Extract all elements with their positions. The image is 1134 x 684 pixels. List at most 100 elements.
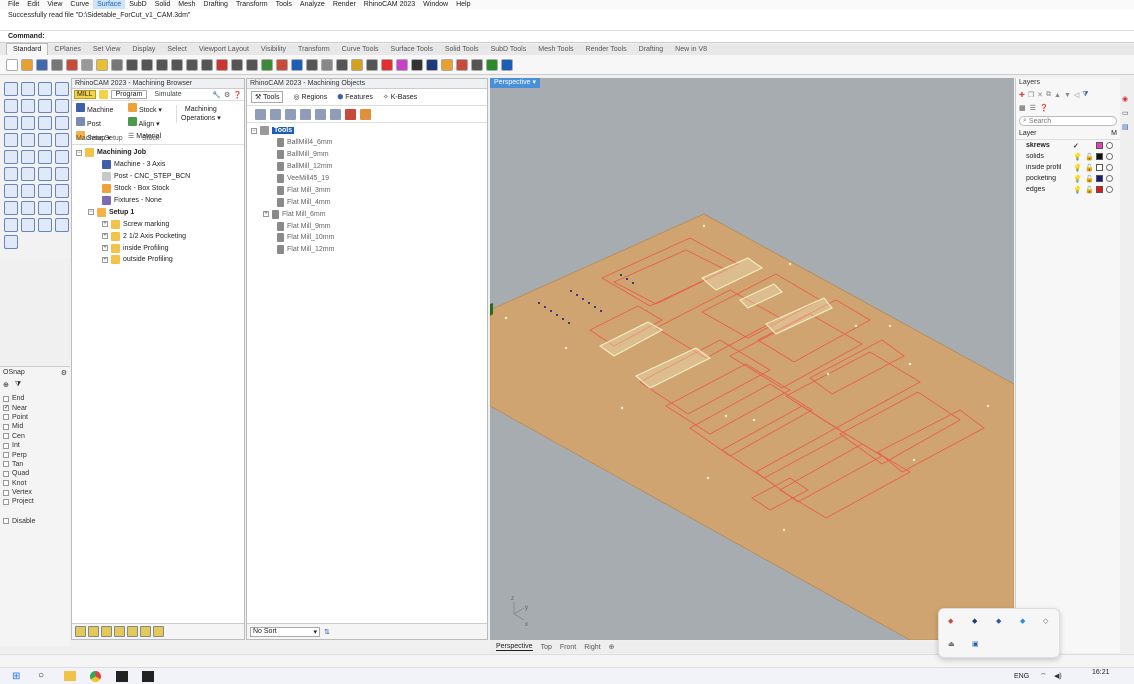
tree-tool[interactable]: Flat Mill_9mm xyxy=(251,220,483,232)
layer-color-swatch[interactable] xyxy=(1096,175,1103,182)
rotate-icon[interactable] xyxy=(98,90,108,99)
menu-edit[interactable]: Edit xyxy=(23,0,43,9)
layer-row[interactable]: skrews ✓ xyxy=(1016,140,1120,151)
osnap-project[interactable]: Project xyxy=(3,497,67,506)
machining-operations-button[interactable]: Machining Operations ▾ xyxy=(176,105,221,123)
layer-row[interactable]: pocketing 💡 🔓 xyxy=(1016,173,1120,184)
lock-icon[interactable]: 🔓 xyxy=(1085,164,1094,172)
osnap-mid[interactable]: Mid xyxy=(3,422,67,431)
light-icon[interactable] xyxy=(351,58,363,71)
pan-icon[interactable] xyxy=(156,58,168,71)
layer-search-input[interactable]: ⌕ Search xyxy=(1019,116,1117,126)
current-layer-check-icon[interactable]: ✓ xyxy=(1073,142,1082,150)
delete-icon[interactable] xyxy=(153,626,164,637)
osnap-end[interactable]: End xyxy=(3,394,67,403)
viewport-icon[interactable] xyxy=(261,58,273,71)
osnap-tan[interactable]: Tan xyxy=(3,460,67,469)
tree-tool[interactable]: + Flat Mill_6mm xyxy=(251,208,483,220)
display-icon[interactable]: ▭ xyxy=(1122,109,1134,117)
viewport-tab-right[interactable]: Right xyxy=(584,644,600,651)
expand-icon[interactable]: + xyxy=(102,256,108,263)
osnap-checkbox[interactable] xyxy=(3,452,9,459)
grid-icon[interactable] xyxy=(291,58,303,71)
fillet-icon[interactable] xyxy=(38,116,52,130)
script-icon[interactable] xyxy=(441,58,453,71)
layer-row[interactable]: inside profil 💡 🔓 xyxy=(1016,162,1120,173)
align-button[interactable]: Align ▾ xyxy=(128,117,162,131)
open-icon[interactable] xyxy=(21,58,33,71)
ellipse-icon[interactable] xyxy=(21,99,35,113)
layer-row[interactable]: edges 💡 🔓 xyxy=(1016,184,1120,195)
add-icon[interactable]: ⊕ xyxy=(3,381,9,389)
mill-mode-button[interactable]: MILL xyxy=(74,90,96,99)
delete-layer-icon[interactable]: ✕ xyxy=(1037,91,1043,99)
sweep-icon[interactable] xyxy=(38,150,52,164)
menu-tools[interactable]: Tools xyxy=(272,0,296,9)
wifi-icon[interactable]: ⌔ xyxy=(1040,672,1047,681)
analysis-icon[interactable] xyxy=(21,218,35,232)
tab-visibility[interactable]: Visibility xyxy=(255,44,292,55)
usb-icon[interactable]: ⏏ xyxy=(948,640,955,648)
rhino-icon[interactable] xyxy=(116,671,128,682)
viewport-tab-front[interactable]: Front xyxy=(560,644,576,651)
tree-operation[interactable]: + Screw marking xyxy=(76,218,240,230)
osnap-checkbox[interactable] xyxy=(3,480,9,487)
tab-curve-tools[interactable]: Curve Tools xyxy=(336,44,385,55)
layer-icon[interactable] xyxy=(306,58,318,71)
point-icon[interactable] xyxy=(21,82,35,96)
osnap-int[interactable]: Int xyxy=(3,441,67,450)
layer-color-swatch[interactable] xyxy=(1096,186,1103,193)
osnap-checkbox[interactable] xyxy=(3,470,9,477)
osnap-checkbox[interactable] xyxy=(3,433,9,440)
arc-icon[interactable] xyxy=(4,116,18,130)
osnap-near[interactable]: ✓ Near xyxy=(3,403,67,412)
menu-help[interactable]: Help xyxy=(452,0,474,9)
material-icon[interactable] xyxy=(411,58,423,71)
rectangle-icon[interactable] xyxy=(55,99,69,113)
lightbulb-icon[interactable]: 💡 xyxy=(1073,186,1082,194)
viewport-tab-top[interactable]: Top xyxy=(541,644,552,651)
layer-material-icon[interactable] xyxy=(1106,175,1113,182)
menu-view[interactable]: View xyxy=(43,0,66,9)
move-parent-icon[interactable]: ◁ xyxy=(1074,91,1079,99)
save-library-icon[interactable] xyxy=(360,108,371,120)
environment-icon[interactable] xyxy=(426,58,438,71)
osnap-point[interactable]: Point xyxy=(3,413,67,422)
menu-drafting[interactable]: Drafting xyxy=(199,0,232,9)
windows-start-icon[interactable]: ⊞ xyxy=(12,671,20,682)
paste-icon[interactable] xyxy=(111,58,123,71)
copy-icon[interactable] xyxy=(96,58,108,71)
select-icon[interactable] xyxy=(4,82,18,96)
help-icon[interactable] xyxy=(501,58,513,71)
extrude-icon[interactable] xyxy=(4,150,18,164)
text-icon[interactable] xyxy=(4,201,18,215)
new-tool-icon[interactable] xyxy=(255,108,266,120)
ballmill-icon[interactable] xyxy=(270,108,281,120)
language-indicator[interactable]: ENG xyxy=(1014,673,1029,680)
tree-operation[interactable]: +2 1/2 Axis Pocketing xyxy=(76,230,240,242)
collapse-icon[interactable]: − xyxy=(251,127,257,134)
osnap-checkbox[interactable] xyxy=(3,442,9,449)
move-icon[interactable] xyxy=(4,184,18,198)
move-down-icon[interactable]: ▼ xyxy=(1064,92,1071,99)
machine-button[interactable]: Machine xyxy=(76,103,113,117)
sphere-icon[interactable] xyxy=(21,133,35,147)
tree-tool[interactable]: BallMill_12mm xyxy=(251,161,483,173)
viewport-tab-perspective[interactable]: Perspective xyxy=(496,643,533,651)
surface-icon[interactable] xyxy=(55,133,69,147)
tab-set-view[interactable]: Set View xyxy=(87,44,127,55)
tab-drafting[interactable]: Drafting xyxy=(633,44,670,55)
tree-tools-root[interactable]: − Tools xyxy=(251,125,483,137)
tray-app-icon-1[interactable]: ◆ xyxy=(948,617,953,625)
zoom-icon[interactable] xyxy=(186,58,198,71)
loft-icon[interactable] xyxy=(21,150,35,164)
filter-icon[interactable]: ⧩ xyxy=(1082,91,1088,99)
perspective-viewport[interactable]: z y x xyxy=(490,78,1014,640)
lightbulb-icon[interactable]: 💡 xyxy=(1073,164,1082,172)
tree-tool[interactable]: BallMill_9mm xyxy=(251,149,483,161)
tree-tool[interactable]: Flat Mill_3mm xyxy=(251,184,483,196)
zoom-window-icon[interactable] xyxy=(201,58,213,71)
osnap-knot[interactable]: Knot xyxy=(3,479,67,488)
lock-icon[interactable]: 🔓 xyxy=(1085,175,1094,183)
hide-icon[interactable] xyxy=(471,58,483,71)
